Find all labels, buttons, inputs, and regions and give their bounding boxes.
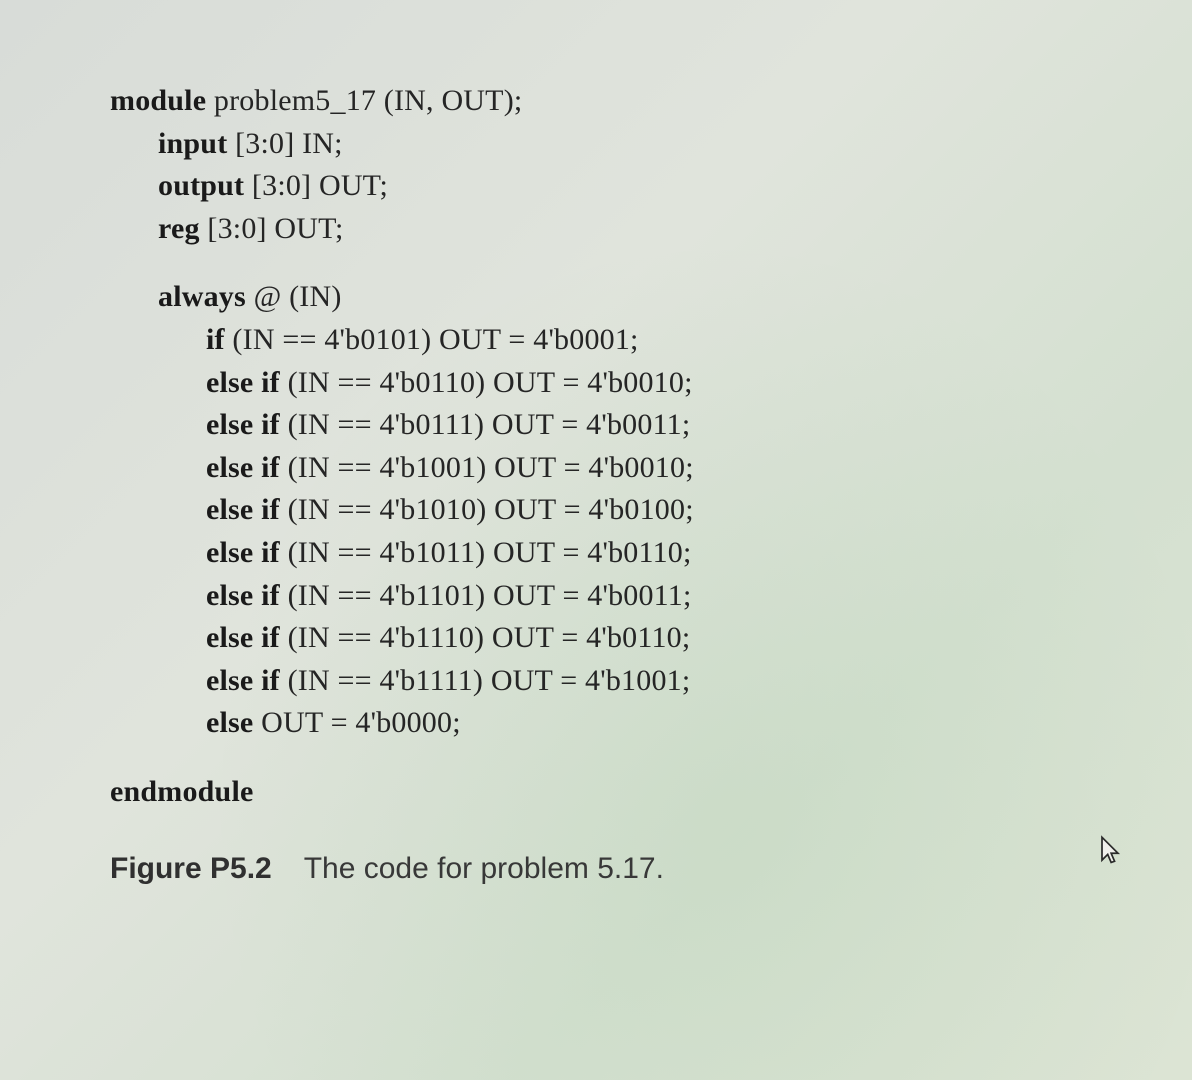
figure-label: Figure P5.2 [110,852,272,885]
code-text: (IN == 4'b1001) OUT = 4'b0010; [280,451,694,484]
code-text: (IN == 4'b0101) OUT = 4'b0001; [225,323,639,356]
keyword-elseif: else if [206,493,280,526]
figure-caption: Figure P5.2 The code for problem 5.17. [110,852,1082,886]
textbook-page: module problem5_17 (IN, OUT); input [3:0… [110,80,1082,886]
code-text: (IN == 4'b1111) OUT = 4'b1001; [280,664,691,697]
keyword-input: input [158,127,227,160]
keyword-reg: reg [158,212,200,245]
keyword-elseif: else if [206,408,280,441]
code-line: reg [3:0] OUT; [110,208,1082,251]
code-line: else if (IN == 4'b1001) OUT = 4'b0010; [110,447,1082,490]
keyword-elseif: else if [206,366,280,399]
code-line: endmodule [110,771,1082,814]
keyword-module: module [110,84,206,117]
figure-description: The code for problem 5.17. [304,852,664,885]
keyword-elseif: else if [206,451,280,484]
keyword-output: output [158,169,244,202]
code-text: [3:0] OUT; [200,212,344,245]
code-text: (IN == 4'b1011) OUT = 4'b0110; [280,536,692,569]
code-line: input [3:0] IN; [110,123,1082,166]
keyword-elseif: else if [206,621,280,654]
code-text: @ (IN) [246,280,342,313]
code-line: module problem5_17 (IN, OUT); [110,80,1082,123]
code-text: (IN == 4'b1101) OUT = 4'b0011; [280,579,692,612]
code-text: problem5_17 (IN, OUT); [206,84,522,117]
keyword-if: if [206,323,225,356]
code-text: (IN == 4'b1110) OUT = 4'b0110; [280,621,691,654]
verilog-code-listing: module problem5_17 (IN, OUT); input [3:0… [110,80,1082,814]
code-text: (IN == 4'b0110) OUT = 4'b0010; [280,366,693,399]
code-line: output [3:0] OUT; [110,165,1082,208]
code-line: if (IN == 4'b0101) OUT = 4'b0001; [110,319,1082,362]
keyword-elseif: else if [206,536,280,569]
code-line: else if (IN == 4'b0110) OUT = 4'b0010; [110,362,1082,405]
code-line: else if (IN == 4'b1111) OUT = 4'b1001; [110,660,1082,703]
code-text: OUT = 4'b0000; [253,706,460,739]
code-line: else if (IN == 4'b1101) OUT = 4'b0011; [110,575,1082,618]
code-text: [3:0] OUT; [244,169,388,202]
code-line: else if (IN == 4'b1010) OUT = 4'b0100; [110,489,1082,532]
keyword-always: always [158,280,246,313]
keyword-else: else [206,706,253,739]
code-line: always @ (IN) [110,276,1082,319]
code-line: else if (IN == 4'b1110) OUT = 4'b0110; [110,617,1082,660]
code-line: else if (IN == 4'b0111) OUT = 4'b0011; [110,404,1082,447]
code-line: else if (IN == 4'b1011) OUT = 4'b0110; [110,532,1082,575]
code-text: (IN == 4'b0111) OUT = 4'b0011; [280,408,691,441]
code-text: [3:0] IN; [227,127,342,160]
keyword-endmodule: endmodule [110,775,254,808]
cursor-arrow-icon [1098,835,1122,867]
keyword-elseif: else if [206,579,280,612]
keyword-elseif: else if [206,664,280,697]
code-text: (IN == 4'b1010) OUT = 4'b0100; [280,493,694,526]
code-line: else OUT = 4'b0000; [110,702,1082,745]
